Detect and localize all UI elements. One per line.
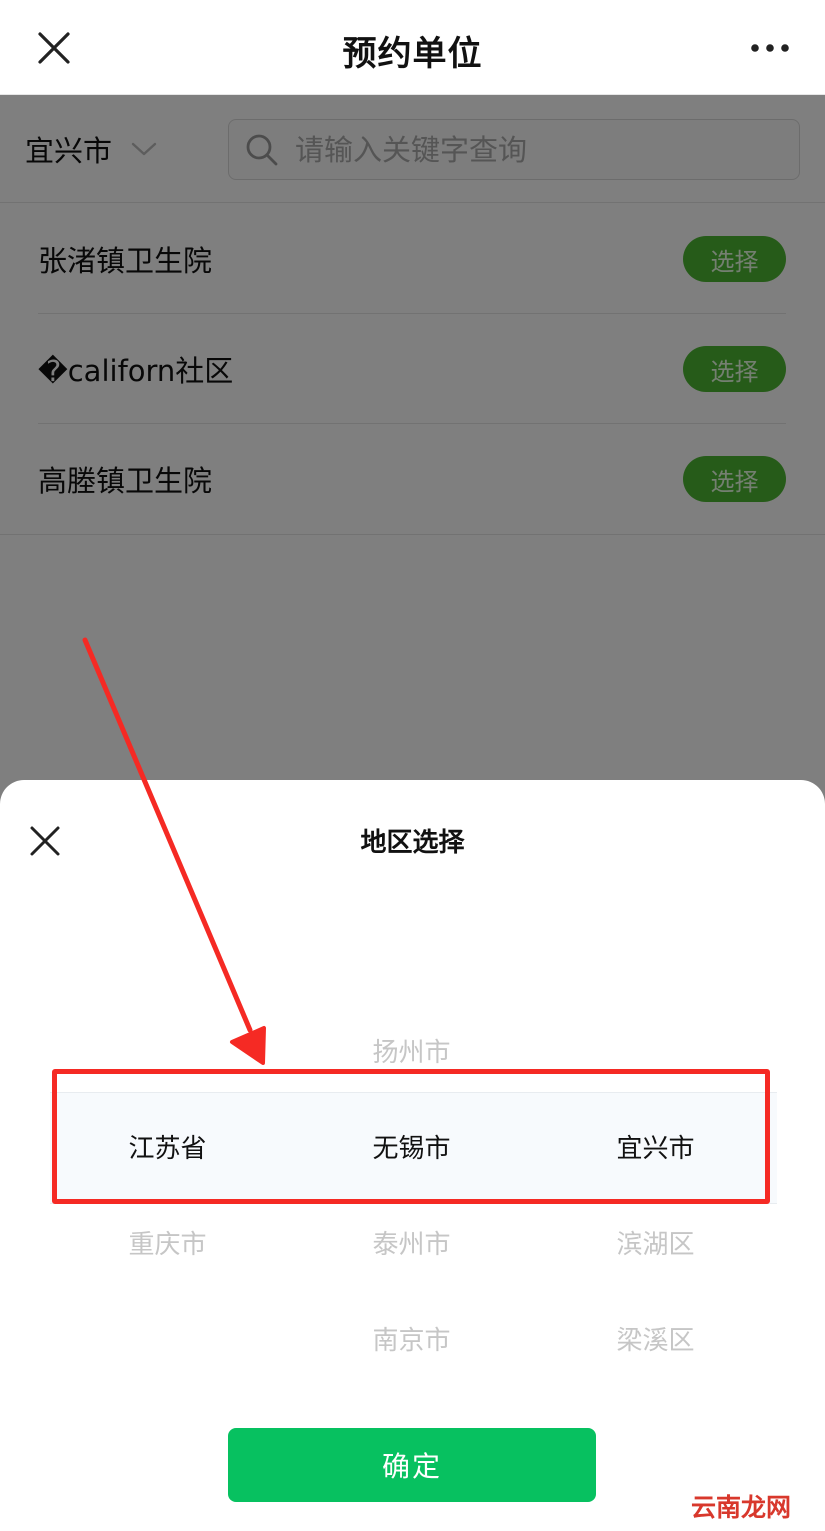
navbar: 预约单位 [0, 0, 825, 95]
page-title: 预约单位 [342, 34, 483, 74]
picker-item[interactable]: 滨湖区 [518, 1224, 793, 1261]
watermark: 云南龙网 [688, 1488, 795, 1524]
picker-item[interactable]: 梁溪区 [518, 1320, 793, 1357]
picker-item[interactable]: 重庆市 [30, 1224, 305, 1261]
picker-item[interactable]: 扬州市 [274, 1032, 549, 1069]
annotation-highlight-box [52, 1069, 770, 1204]
more-dots-icon[interactable] [745, 28, 795, 68]
picker-item[interactable]: 南京市 [274, 1320, 549, 1357]
confirm-button[interactable]: 确定 [228, 1428, 596, 1502]
picker-item[interactable]: 泰州市 [274, 1224, 549, 1261]
